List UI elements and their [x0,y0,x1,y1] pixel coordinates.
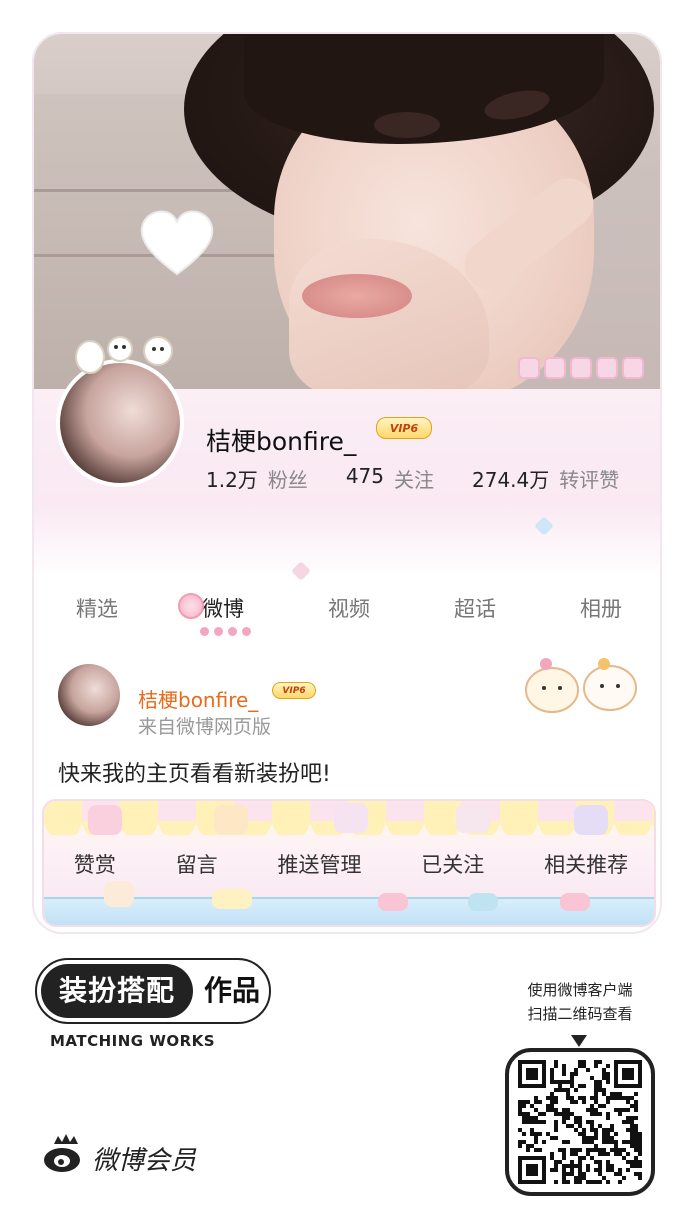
tab-featured[interactable]: 精选 [34,589,160,639]
badge-english: MATCHING WORKS [50,1032,216,1050]
heart-sticker-icon [140,210,214,276]
train-sticker-icon [518,357,644,379]
tab-video[interactable]: 视频 [286,589,412,639]
push-manage-button[interactable]: 推送管理 [277,849,361,879]
avatar-image [56,336,184,487]
cupcake-icon [468,893,498,911]
unicorn-icon [334,803,368,833]
stat-value: 1.2万 [206,468,258,492]
stat-value: 475 [345,464,384,488]
stat-following[interactable]: 475 关注 [346,464,434,493]
post-author[interactable]: 桔梗bonfire_ [138,684,258,713]
active-indicator [200,627,251,636]
bunny-ears-icon [75,336,173,374]
cake-icon [88,805,122,835]
sparkle-icon [534,516,554,536]
qr-caption: 使用微博客户端 扫描二维码查看 [500,978,660,1026]
stat-reposts[interactable]: 274.4万 转评赞 [472,464,619,493]
tent-icon [214,805,248,835]
tab-super-topic[interactable]: 超话 [412,589,538,639]
qr-code[interactable] [518,1060,642,1184]
tab-album[interactable]: 相册 [538,589,660,639]
donut-icon [212,889,252,909]
badge-right-text: 作品 [203,974,260,1007]
badge-left-text: 装扮搭配 [41,964,193,1018]
tab-weibo[interactable]: 微博 [160,589,286,639]
profile-card: 桔梗bonfire_ VIP6 1.2万 粉丝 475 关注 274.4万 转评… [32,32,662,934]
cover-eye-left [374,112,440,138]
cart-icon [574,805,608,835]
post-text[interactable]: 快来我的主页看看新装扮吧! [58,756,331,788]
sparkle-icon [291,561,311,581]
ghost-icon [456,803,490,833]
qr-caption-line1: 使用微博客户端 [527,981,633,999]
weibo-logo-icon [44,1134,80,1172]
post-action-bar: 赞赏 留言 推送管理 已关注 相关推荐 [42,799,656,927]
qr-caption-line2: 扫描二维码查看 [527,1005,633,1023]
cupcake-icon [378,893,408,911]
profile-stats: 1.2万 粉丝 475 关注 274.4万 转评赞 [206,464,657,493]
cat-sticker-icon [525,658,637,713]
comment-button[interactable]: 留言 [176,849,218,879]
post-avatar[interactable] [58,664,120,726]
related-recommend-button[interactable]: 相关推荐 [544,849,628,879]
profile-avatar[interactable] [56,336,186,489]
stat-label: 粉丝 [267,468,308,492]
stat-label: 关注 [394,468,434,492]
vip-badge[interactable]: VIP6 [376,417,432,439]
post-source: 来自微博网页版 [138,716,272,738]
followed-button[interactable]: 已关注 [421,849,484,879]
stat-fans[interactable]: 1.2万 粉丝 [206,464,308,493]
tab-label: 微博 [202,597,244,621]
actions-row: 赞赏 留言 推送管理 已关注 相关推荐 [44,849,654,879]
stat-value: 274.4万 [472,468,550,492]
profile-tabs: 精选 微博 视频 超话 相册 [34,589,660,639]
stat-label: 转评赞 [559,468,620,492]
bear-icon [104,881,134,907]
profile-name[interactable]: 桔梗bonfire_ [206,422,356,458]
reward-button[interactable]: 赞赏 [74,849,116,879]
brand-text: 微博会员 [92,1146,197,1176]
cupcake-icon [560,893,590,911]
tab-sticker-icon [178,593,204,619]
cover-lips [302,274,412,318]
vip-badge[interactable]: VIP6 [272,682,316,699]
arrow-down-icon [571,1035,587,1047]
matching-works-badge: 装扮搭配 作品 [35,958,271,1024]
